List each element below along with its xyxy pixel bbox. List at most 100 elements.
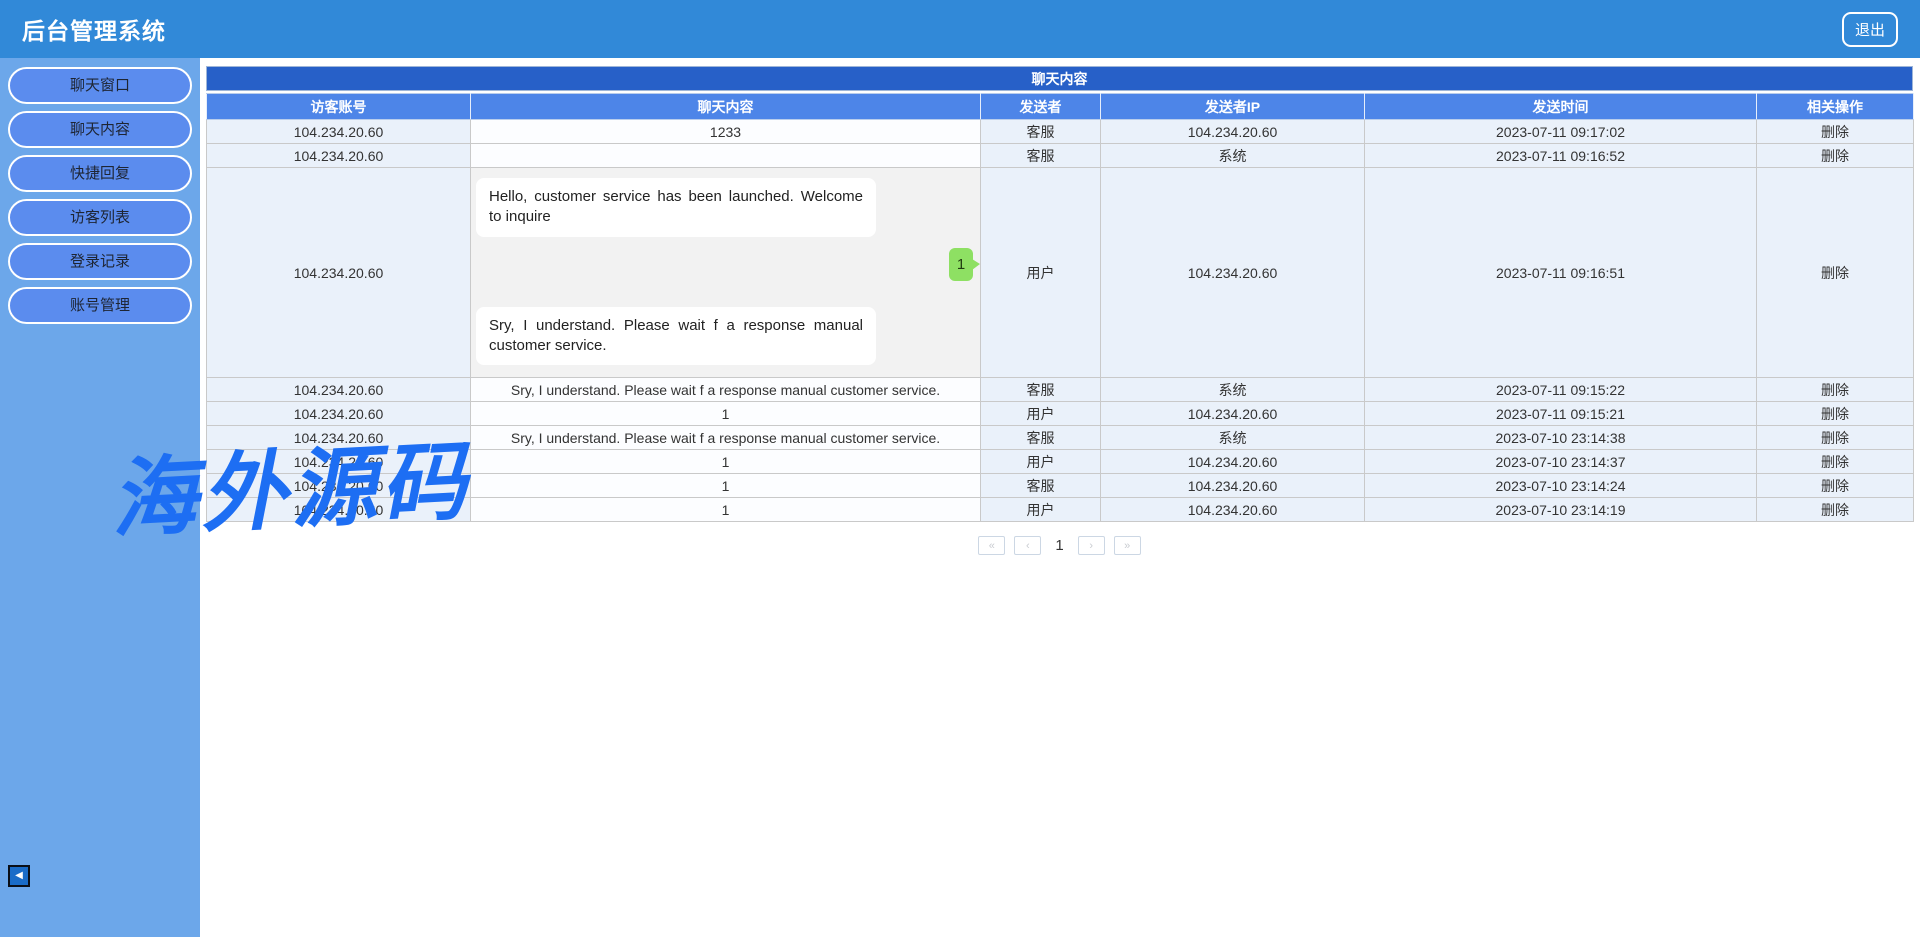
pagination-prev-button[interactable]: ‹ — [1014, 536, 1042, 555]
cell-sender-ip: 104.234.20.60 — [1100, 497, 1365, 522]
sidebar-item-4[interactable]: 登录记录 — [8, 243, 192, 280]
cell-sender: 用户 — [980, 167, 1101, 378]
cell-send-time: 2023-07-10 23:14:37 — [1364, 449, 1757, 474]
cell-actions: 删除 — [1756, 401, 1914, 426]
pagination-next-button[interactable]: › — [1077, 536, 1105, 555]
column-header: 访客账号 — [206, 93, 471, 120]
pagination: « ‹ 1 › » — [206, 536, 1913, 555]
cell-actions: 删除 — [1756, 497, 1914, 522]
cell-visitor-account: 104.234.20.60 — [206, 119, 471, 144]
sidebar-item-0[interactable]: 聊天窗口 — [8, 67, 192, 104]
sidebar-item-2[interactable]: 快捷回复 — [8, 155, 192, 192]
column-header: 聊天内容 — [470, 93, 981, 120]
cell-sender: 用户 — [980, 497, 1101, 522]
cell-actions: 删除 — [1756, 167, 1914, 378]
cell-sender: 用户 — [980, 449, 1101, 474]
page-title: 后台管理系统 — [22, 18, 166, 44]
main-content: 聊天内容 访客账号 聊天内容 发送者 发送者IP 发送时间 相关操作 104.234.20… — [200, 58, 1920, 937]
cell-chat-content: Sry, I understand. Please wait f a respo… — [470, 377, 981, 402]
cell-visitor-account: 104.234.20.60 — [206, 377, 471, 402]
column-header: 发送者IP — [1100, 93, 1365, 120]
delete-button[interactable]: 删除 — [1821, 478, 1849, 494]
pagination-last-button[interactable]: » — [1113, 536, 1141, 555]
cell-send-time: 2023-07-10 23:14:38 — [1364, 425, 1757, 450]
table-row: 104.234.20.60 Sry, I understand. Please w… — [206, 377, 1914, 402]
cell-send-time: 2023-07-11 09:15:21 — [1364, 401, 1757, 426]
cell-visitor-account: 104.234.20.60 — [206, 449, 471, 474]
cell-send-time: 2023-07-11 09:16:51 — [1364, 167, 1757, 378]
cell-visitor-account: 104.234.20.60 — [206, 473, 471, 498]
cell-actions: 删除 — [1756, 449, 1914, 474]
chat-panel: Hello, customer service has been launche… — [472, 169, 980, 365]
sidebar-item-1[interactable]: 聊天内容 — [8, 111, 192, 148]
delete-button[interactable]: 删除 — [1821, 148, 1849, 164]
cell-chat-content: 1 — [470, 497, 981, 522]
cell-send-time: 2023-07-10 23:14:24 — [1364, 473, 1757, 498]
unread-count-badge: 1 — [949, 248, 980, 281]
sidebar-menu: 聊天窗口聊天内容快捷回复访客列表登录记录账号管理 — [0, 67, 200, 324]
table-body: 104.234.20.60 1233 客服 104.234.20.60 2023-07-… — [206, 119, 1914, 522]
cell-send-time: 2023-07-11 09:17:02 — [1364, 119, 1757, 144]
chat-content-table: 聊天内容 访客账号 聊天内容 发送者 发送者IP 发送时间 相关操作 104.234.20… — [206, 66, 1914, 522]
cell-send-time: 2023-07-10 23:14:19 — [1364, 497, 1757, 522]
cell-actions: 删除 — [1756, 473, 1914, 498]
delete-button[interactable]: 删除 — [1821, 265, 1849, 281]
cell-sender: 客服 — [980, 425, 1101, 450]
pagination-current-page: 1 — [1055, 537, 1064, 554]
sidebar-collapse-button[interactable]: ◀ — [8, 865, 30, 887]
pagination-first-button[interactable]: « — [978, 536, 1006, 555]
table-row: 104.234.20.60 Hello, customer service has… — [206, 167, 1914, 378]
cell-chat-content: Sry, I understand. Please wait f a respo… — [470, 425, 981, 450]
table-row: 104.234.20.60 1 用户 104.234.20.60 2023-07-11 … — [206, 401, 1914, 426]
chevron-left-icon: ◀ — [15, 870, 23, 881]
logout-button[interactable]: 退出 — [1841, 11, 1898, 47]
cell-sender: 客服 — [980, 377, 1101, 402]
delete-button[interactable]: 删除 — [1821, 454, 1849, 470]
cell-sender: 客服 — [980, 473, 1101, 498]
column-header: 发送时间 — [1364, 93, 1757, 120]
cell-actions: 删除 — [1756, 143, 1914, 168]
delete-button[interactable]: 删除 — [1821, 382, 1849, 398]
cell-sender-ip: 104.234.20.60 — [1100, 167, 1365, 378]
cell-sender: 客服 — [980, 119, 1101, 144]
sidebar-item-5[interactable]: 账号管理 — [8, 287, 192, 324]
cell-sender-ip: 104.234.20.60 — [1100, 449, 1365, 474]
cell-actions: 删除 — [1756, 425, 1914, 450]
delete-button[interactable]: 删除 — [1821, 406, 1849, 422]
app-header: 后台管理系统 退出 — [0, 0, 1920, 58]
cell-sender: 用户 — [980, 401, 1101, 426]
table-row: 104.234.20.60 Sry, I understand. Please w… — [206, 425, 1914, 450]
cell-sender-ip: 104.234.20.60 — [1100, 473, 1365, 498]
cell-send-time: 2023-07-11 09:16:52 — [1364, 143, 1757, 168]
cell-chat-content: 1 — [470, 449, 981, 474]
cell-visitor-account: 104.234.20.60 — [206, 401, 471, 426]
cell-send-time: 2023-07-11 09:15:22 — [1364, 377, 1757, 402]
cell-chat-content: 1 — [470, 401, 981, 426]
chat-bubble: Sry, I understand. Please wait f a respo… — [476, 306, 876, 365]
table-row: 104.234.20.60 1 用户 104.234.20.60 2023-07-10 … — [206, 497, 1914, 522]
delete-button[interactable]: 删除 — [1821, 502, 1849, 518]
cell-visitor-account: 104.234.20.60 — [206, 167, 471, 378]
cell-actions: 删除 — [1756, 377, 1914, 402]
delete-button[interactable]: 删除 — [1821, 124, 1849, 140]
sidebar: 聊天窗口聊天内容快捷回复访客列表登录记录账号管理 ◀ — [0, 58, 200, 937]
table-row: 104.234.20.60 1 客服 104.234.20.60 2023-07-10 … — [206, 473, 1914, 498]
table-row: 104.234.20.60 1233 客服 104.234.20.60 2023-07-… — [206, 119, 1914, 144]
column-header: 发送者 — [980, 93, 1101, 120]
chat-content-cell: Hello, customer service has been launche… — [470, 167, 981, 378]
cell-visitor-account: 104.234.20.60 — [206, 425, 471, 450]
cell-sender: 客服 — [980, 143, 1101, 168]
cell-visitor-account: 104.234.20.60 — [206, 497, 471, 522]
table-row: 104.234.20.60 客服 系统 2023-07-11 09:16:52 删除 — [206, 143, 1914, 168]
table-header-row: 访客账号 聊天内容 发送者 发送者IP 发送时间 相关操作 — [206, 93, 1914, 120]
table-row: 104.234.20.60 1 用户 104.234.20.60 2023-07-10 … — [206, 449, 1914, 474]
cell-sender-ip: 系统 — [1100, 425, 1365, 450]
delete-button[interactable]: 删除 — [1821, 430, 1849, 446]
sidebar-item-3[interactable]: 访客列表 — [8, 199, 192, 236]
cell-sender-ip: 系统 — [1100, 377, 1365, 402]
table-title: 聊天内容 — [206, 66, 1913, 91]
cell-sender-ip: 104.234.20.60 — [1100, 401, 1365, 426]
column-header: 相关操作 — [1756, 93, 1914, 120]
cell-sender-ip: 系统 — [1100, 143, 1365, 168]
cell-visitor-account: 104.234.20.60 — [206, 143, 471, 168]
